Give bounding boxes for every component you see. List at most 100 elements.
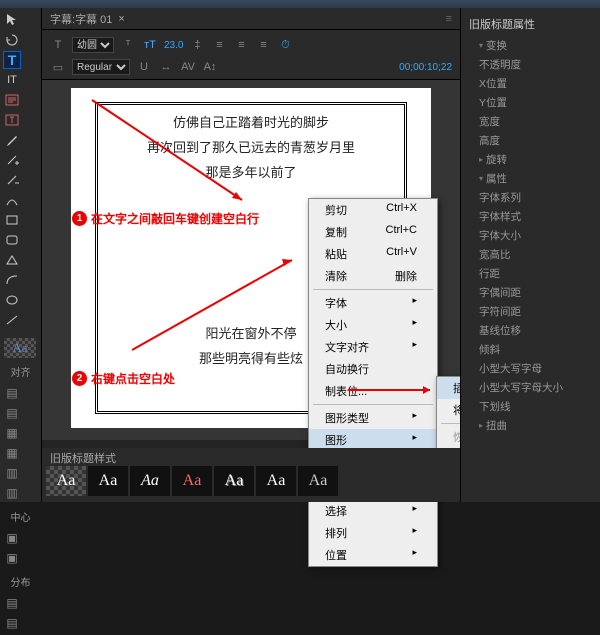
ctx-select[interactable]: 选择	[309, 500, 437, 522]
style-swatch[interactable]: Aa	[46, 466, 86, 496]
ellipse-tool[interactable]	[3, 291, 21, 309]
style-icon: ▭	[50, 59, 66, 75]
align-vcenter-icon[interactable]: ▦	[3, 444, 21, 462]
prop-aspect[interactable]: 宽高比	[461, 245, 600, 264]
ctx-copy[interactable]: 复制Ctrl+C	[309, 221, 437, 243]
prop-kerning[interactable]: 字偶间距	[461, 283, 600, 302]
line-tool[interactable]	[3, 311, 21, 329]
title-tab[interactable]: 字幕: 字幕 01 × ≡	[42, 8, 460, 30]
style-swatch[interactable]: Aa	[88, 466, 128, 496]
tracking-icon[interactable]: ↔	[158, 59, 174, 75]
baseline-icon[interactable]: A↕	[202, 59, 218, 75]
align-left-icon[interactable]: ▤	[3, 384, 21, 402]
align-right-btn[interactable]: ≡	[255, 37, 271, 53]
prop-attrs[interactable]: 属性	[461, 169, 600, 188]
type-icon: T	[50, 37, 66, 53]
prop-height[interactable]: 高度	[461, 131, 600, 150]
rectangle-tool[interactable]	[3, 211, 21, 229]
ctx-wrap[interactable]: 自动换行	[309, 358, 437, 380]
selection-tool[interactable]	[3, 11, 21, 29]
ctx-font[interactable]: 字体	[309, 292, 437, 314]
align-right-icon[interactable]: ▥	[3, 464, 21, 482]
underline-btn[interactable]: U	[136, 59, 152, 75]
center-section-label: 中心	[0, 509, 41, 524]
type-tool[interactable]: T	[3, 51, 21, 69]
prop-baseline[interactable]: 基线位移	[461, 321, 600, 340]
distribute-h-icon[interactable]: ▤	[3, 594, 21, 612]
align-top-icon[interactable]: ▤	[3, 404, 21, 422]
ctx-clear[interactable]: 清除删除	[309, 265, 437, 287]
font-weight-select[interactable]: Regular	[72, 59, 130, 75]
ctx-size[interactable]: 大小	[309, 314, 437, 336]
style-swatch[interactable]: Aa	[172, 466, 212, 496]
styles-panel: 旧版标题样式 Aa Aa Aa Aa Aa Aa Aa	[42, 448, 460, 502]
props-title: 旧版标题属性	[461, 12, 600, 36]
options-bar: T 幼圆 ᵀ тT 23.0 ‡ ≡ ≡ ≡ ⏱ ▭ Regular U ↔ A…	[42, 30, 460, 80]
panel-menu-icon[interactable]: ≡	[446, 13, 452, 25]
prop-charspace[interactable]: 字符间距	[461, 302, 600, 321]
context-menu: 剪切Ctrl+X 复制Ctrl+C 粘贴Ctrl+V 清除删除 字体 大小 文字…	[308, 198, 438, 567]
annotation-2: 2右键点击空白处	[72, 370, 175, 387]
center-h-icon[interactable]: ▣	[3, 529, 21, 547]
styles-title: 旧版标题样式	[42, 448, 460, 466]
align-bottom-icon[interactable]: ▥	[3, 484, 21, 502]
ctx-paste[interactable]: 粘贴Ctrl+V	[309, 243, 437, 265]
align-center-btn[interactable]: ≡	[233, 37, 249, 53]
add-anchor-tool[interactable]	[3, 151, 21, 169]
distribute-section-label: 分布	[0, 574, 41, 589]
leading-icon[interactable]: ‡	[189, 37, 205, 53]
prop-scaps[interactable]: 小型大写字母	[461, 359, 600, 378]
toolbox: T IT Aa 对齐 ▤▤ ▦▦ ▥▥ 中心 ▣▣ 分布 ▤▤	[0, 8, 42, 502]
style-swatch[interactable]: Aa	[298, 466, 338, 496]
prop-ffamily[interactable]: 字体系列	[461, 188, 600, 207]
ctx-tabs[interactable]: 制表位...	[309, 380, 437, 402]
ctx-graphic-type[interactable]: 图形类型	[309, 407, 437, 429]
size-icon: тT	[142, 37, 158, 53]
prop-fsize[interactable]: 字体大小	[461, 226, 600, 245]
ctx-arrange[interactable]: 排列	[309, 522, 437, 544]
prop-width[interactable]: 宽度	[461, 112, 600, 131]
align-hcenter-icon[interactable]: ▦	[3, 424, 21, 442]
font-family-select[interactable]: 幼圆	[72, 37, 114, 53]
prop-fstyle[interactable]: 字体样式	[461, 207, 600, 226]
convert-anchor-tool[interactable]	[3, 191, 21, 209]
align-left-btn[interactable]: ≡	[211, 37, 227, 53]
tab-close-icon[interactable]: ×	[118, 13, 124, 25]
duration-icon[interactable]: ⏱	[277, 37, 293, 53]
prop-distort[interactable]: 扭曲	[461, 416, 600, 435]
style-swatch[interactable]: Aa	[256, 466, 296, 496]
wedge-tool[interactable]	[3, 251, 21, 269]
tab-prefix: 字幕:	[50, 11, 75, 27]
prop-opacity[interactable]: 不透明度	[461, 55, 600, 74]
tab-name: 字幕 01	[75, 11, 112, 27]
kerning-icon[interactable]: AV	[180, 59, 196, 75]
prop-scapsize[interactable]: 小型大写字母大小	[461, 378, 600, 397]
timecode[interactable]: 00;00:10;22	[399, 62, 452, 73]
prop-ypos[interactable]: Y位置	[461, 93, 600, 112]
glyph-icon[interactable]: ᵀ	[120, 37, 136, 53]
style-preview: Aa	[4, 338, 36, 358]
prop-tracking[interactable]: 行距	[461, 264, 600, 283]
font-size-value[interactable]: 23.0	[164, 40, 183, 51]
prop-underline[interactable]: 下划线	[461, 397, 600, 416]
distribute-v-icon[interactable]: ▤	[3, 614, 21, 632]
style-swatch[interactable]: Aa	[214, 466, 254, 496]
pen-tool[interactable]	[3, 131, 21, 149]
path-type-tool[interactable]	[3, 111, 21, 129]
rotate-tool[interactable]	[3, 31, 21, 49]
vertical-type-tool[interactable]: IT	[3, 71, 21, 89]
rounded-rect-tool[interactable]	[3, 231, 21, 249]
ctx-align[interactable]: 文字对齐	[309, 336, 437, 358]
prop-rotate[interactable]: 旋转	[461, 150, 600, 169]
arc-tool[interactable]	[3, 271, 21, 289]
prop-xpos[interactable]: X位置	[461, 74, 600, 93]
center-v-icon[interactable]: ▣	[3, 549, 21, 567]
prop-slant[interactable]: 倾斜	[461, 340, 600, 359]
ctx-position[interactable]: 位置	[309, 544, 437, 566]
annotation-1: 1在文字之间敲回车键创建空白行	[72, 210, 259, 227]
style-swatch[interactable]: Aa	[130, 466, 170, 496]
prop-transform[interactable]: 变换	[461, 36, 600, 55]
delete-anchor-tool[interactable]	[3, 171, 21, 189]
area-type-tool[interactable]	[3, 91, 21, 109]
ctx-cut[interactable]: 剪切Ctrl+X	[309, 199, 437, 221]
